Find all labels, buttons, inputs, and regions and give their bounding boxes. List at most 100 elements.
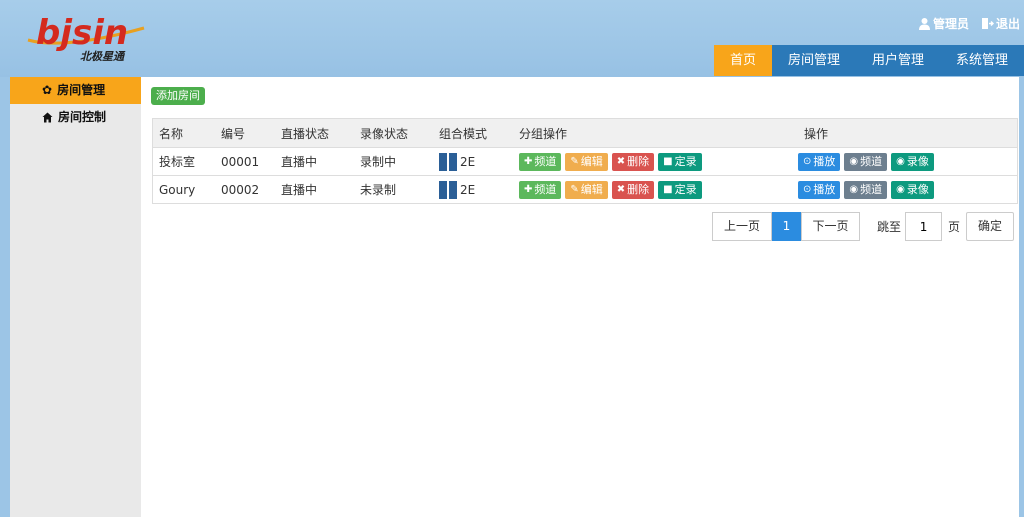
- delete-button[interactable]: ✖ 删除: [611, 152, 655, 171]
- page-unit-label: 页: [948, 220, 961, 234]
- sidebar-item-room-control[interactable]: 房间控制: [10, 104, 141, 131]
- recordings-button[interactable]: ◉ 录像: [891, 180, 934, 199]
- mode-label: 2E: [460, 182, 476, 197]
- header: bjsin 北极星通 管理员 退出 首页 房间管理 用户管理 系统管理: [0, 0, 1024, 77]
- pagination: 上一页 1 下一页 跳至 页 确定: [712, 212, 1015, 241]
- view-channel-button[interactable]: ◉ 频道: [844, 152, 888, 171]
- svg-text:北极星通: 北极星通: [80, 50, 126, 63]
- edit-icon: ✎: [570, 183, 579, 195]
- video-icon: ■: [663, 183, 673, 195]
- col-name: 名称: [159, 126, 184, 141]
- record-status: 未录制: [360, 183, 397, 197]
- tab-room-management[interactable]: 房间管理: [771, 45, 856, 76]
- play-button[interactable]: ⊙ 播放: [798, 180, 841, 199]
- svg-text:bjsin: bjsin: [36, 13, 128, 53]
- table-header: 名称 编号 直播状态 录像状态 组合模式 分组操作 操作: [153, 119, 1017, 147]
- row-actions: ⊙ 播放 ◉ 频道 ◉ 录像: [796, 180, 1017, 199]
- col-record-status: 录像状态: [360, 126, 409, 141]
- col-combo-mode: 组合模式: [439, 126, 488, 141]
- home-icon: [42, 112, 53, 123]
- btn-label: 删除: [627, 154, 650, 168]
- btn-label: 录像: [906, 154, 929, 168]
- col-ops: 操作: [804, 126, 829, 141]
- edit-button[interactable]: ✎ 编辑: [565, 180, 608, 199]
- channel-button[interactable]: ✚ 频道: [519, 180, 562, 199]
- eye-icon: ◉: [896, 155, 905, 167]
- logout-link[interactable]: 退出: [981, 15, 1020, 32]
- admin-link[interactable]: 管理员: [918, 15, 969, 32]
- play-icon: ⊙: [803, 155, 812, 167]
- record-status: 录制中: [360, 155, 397, 169]
- room-code: 00001: [221, 154, 260, 169]
- tab-user-management[interactable]: 用户管理: [855, 45, 940, 76]
- btn-label: 定录: [674, 182, 697, 196]
- sidebar-item-room-management[interactable]: ✿ 房间管理: [10, 77, 141, 104]
- tab-system-management[interactable]: 系统管理: [939, 45, 1024, 76]
- view-channel-button[interactable]: ◉ 频道: [844, 180, 888, 199]
- user-menu: 管理员 退出: [918, 15, 1020, 32]
- plus-icon: ✚: [524, 155, 533, 167]
- edit-button[interactable]: ✎ 编辑: [565, 152, 608, 171]
- mode-label: 2E: [460, 154, 476, 169]
- plus-icon: ✚: [524, 183, 533, 195]
- sidebar-item-label: 房间管理: [57, 83, 106, 97]
- btn-label: 删除: [627, 182, 650, 196]
- combo-mode: 2E: [433, 152, 512, 171]
- btn-label: 播放: [813, 154, 836, 168]
- jump-label: 跳至: [877, 220, 902, 234]
- room-name: 投标室: [159, 155, 196, 169]
- admin-label: 管理员: [932, 17, 969, 31]
- close-icon: ✖: [616, 183, 626, 195]
- sidebar: ✿ 房间管理 房间控制: [10, 77, 141, 517]
- eye-icon: ◉: [896, 183, 905, 195]
- logout-icon: [981, 18, 994, 29]
- close-icon: ✖: [616, 155, 626, 167]
- add-room-button[interactable]: 添加房间: [151, 87, 205, 105]
- logo[interactable]: bjsin 北极星通: [24, 10, 164, 66]
- sidebar-item-label: 房间控制: [58, 110, 107, 124]
- group-actions: ✚ 频道 ✎ 编辑 ✖ 删除 ■ 定录: [512, 152, 796, 171]
- recordings-button[interactable]: ◉ 录像: [891, 152, 934, 171]
- col-group-ops: 分组操作: [519, 126, 568, 141]
- btn-label: 编辑: [580, 182, 603, 196]
- col-code: 编号: [221, 126, 246, 141]
- live-status: 直播中: [281, 183, 318, 197]
- jump-page-input[interactable]: [905, 212, 943, 241]
- combo-mode: 2E: [433, 180, 512, 199]
- tab-home[interactable]: 首页: [713, 45, 772, 76]
- table-row: Goury 00002 直播中 未录制 2E ✚ 频道 ✎ 编辑 ✖ 删除 ■ 定录 ⊙…: [153, 175, 1017, 203]
- btn-label: 录像: [906, 182, 929, 196]
- eye-icon: ◉: [849, 183, 859, 195]
- btn-label: 频道: [860, 154, 883, 168]
- btn-label: 编辑: [580, 154, 603, 168]
- table-row: 投标室 00001 直播中 录制中 2E ✚ 频道 ✎ 编辑 ✖ 删除 ■ 定录 ⊙ 播放…: [153, 147, 1017, 175]
- page-number-current[interactable]: 1: [772, 212, 801, 241]
- play-button[interactable]: ⊙ 播放: [798, 152, 841, 171]
- video-icon: ■: [663, 155, 673, 167]
- logout-label: 退出: [995, 17, 1020, 31]
- room-code: 00002: [221, 182, 260, 197]
- btn-label: 定录: [674, 154, 697, 168]
- main-nav: 首页 房间管理 用户管理 系统管理: [713, 45, 1024, 76]
- main-content: 添加房间 名称 编号 直播状态 录像状态 组合模式 分组操作 操作 投标室 00…: [141, 77, 1019, 517]
- room-name: Goury: [159, 182, 196, 197]
- split-layout-icon: [439, 180, 457, 199]
- user-icon: [918, 18, 930, 30]
- delete-button[interactable]: ✖ 删除: [611, 180, 655, 199]
- confirm-jump-button[interactable]: 确定: [966, 212, 1015, 241]
- schedule-record-button[interactable]: ■ 定录: [658, 180, 702, 199]
- channel-button[interactable]: ✚ 频道: [519, 152, 562, 171]
- schedule-record-button[interactable]: ■ 定录: [658, 152, 702, 171]
- live-status: 直播中: [281, 155, 318, 169]
- play-icon: ⊙: [803, 183, 812, 195]
- group-actions: ✚ 频道 ✎ 编辑 ✖ 删除 ■ 定录: [512, 180, 796, 199]
- room-table: 名称 编号 直播状态 录像状态 组合模式 分组操作 操作 投标室 00001 直…: [152, 118, 1018, 204]
- btn-label: 频道: [534, 154, 557, 168]
- prev-page-button[interactable]: 上一页: [712, 212, 772, 241]
- btn-label: 播放: [813, 182, 836, 196]
- row-actions: ⊙ 播放 ◉ 频道 ◉ 录像: [796, 152, 1017, 171]
- next-page-button[interactable]: 下一页: [801, 212, 860, 241]
- split-layout-icon: [439, 152, 457, 171]
- gear-icon: ✿: [42, 83, 53, 97]
- col-live-status: 直播状态: [281, 126, 330, 141]
